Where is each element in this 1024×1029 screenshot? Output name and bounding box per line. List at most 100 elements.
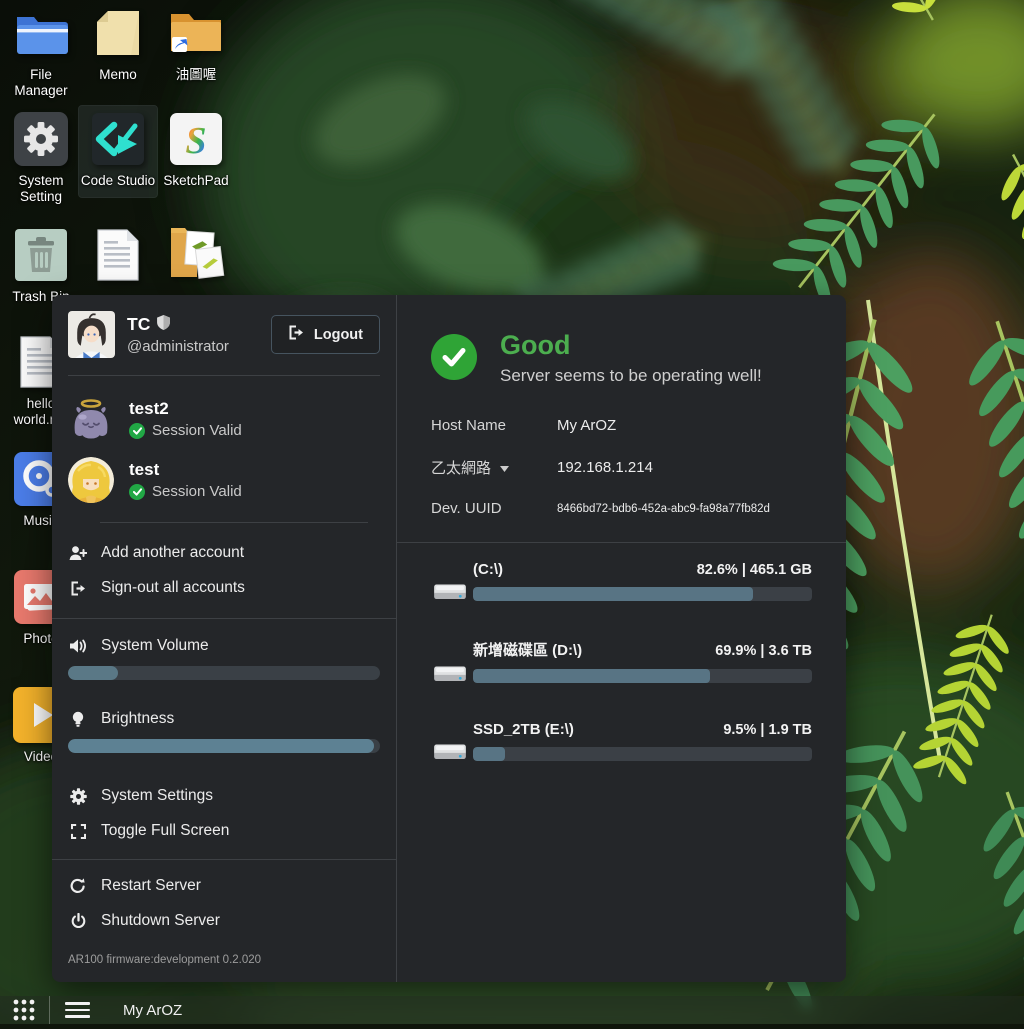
bulb-icon bbox=[68, 711, 88, 728]
toggle-fullscreen-item[interactable]: Toggle Full Screen bbox=[68, 819, 380, 843]
restart-icon bbox=[68, 878, 88, 894]
disk-usage-fill bbox=[473, 747, 505, 761]
file-manager-icon bbox=[2, 4, 80, 62]
sketchpad-icon: S bbox=[157, 110, 235, 168]
sign-out-icon bbox=[68, 581, 88, 596]
disk-usage: 82.6% | 465.1 GB bbox=[697, 562, 812, 578]
disk-usage: 69.9% | 3.6 TB bbox=[715, 643, 812, 659]
disk-usage-bar bbox=[473, 747, 812, 761]
disk-name: SSD_2TB (E:\) bbox=[473, 721, 574, 738]
disk-usage-fill bbox=[473, 587, 753, 601]
desktop-icon-label: System Setting bbox=[2, 173, 80, 205]
firmware-version: AR100 firmware:development 0.2.020 bbox=[68, 944, 380, 966]
system-settings-label: System Settings bbox=[101, 787, 213, 805]
gear-icon bbox=[68, 788, 88, 805]
system-volume-fill bbox=[68, 666, 118, 680]
session-status: Session Valid bbox=[152, 483, 242, 500]
system-settings-item[interactable]: System Settings bbox=[68, 784, 380, 808]
logout-button[interactable]: Logout bbox=[271, 315, 380, 354]
desktop-icon-label: 油圖喔 bbox=[157, 67, 235, 83]
system-volume-label: System Volume bbox=[101, 637, 209, 655]
hard-drive-icon bbox=[431, 578, 469, 611]
fullscreen-icon bbox=[68, 824, 88, 839]
user-handle: @administrator bbox=[127, 338, 259, 355]
logout-icon bbox=[288, 325, 305, 344]
disk-usage-bar bbox=[473, 669, 812, 683]
disk-usage: 9.5% | 1.9 TB bbox=[723, 722, 812, 738]
account-name: test2 bbox=[129, 399, 242, 419]
network-dropdown[interactable]: 乙太網路 bbox=[431, 457, 557, 478]
user-status-panel: TC @administrator Logout bbox=[52, 295, 846, 982]
desktop-icon-sketchpad[interactable]: S SketchPad bbox=[157, 110, 235, 189]
desktop-icon-memo[interactable]: Memo bbox=[79, 4, 157, 83]
disk-name: (C:\) bbox=[473, 561, 503, 578]
status-subtitle: Server seems to be operating well! bbox=[500, 366, 762, 386]
power-icon bbox=[68, 913, 88, 929]
account-avatar bbox=[68, 396, 114, 442]
account-row-test[interactable]: test Session Valid bbox=[68, 457, 380, 503]
desktop-icon-file-manager[interactable]: File Manager bbox=[2, 4, 80, 99]
app-grid-button[interactable] bbox=[11, 997, 37, 1023]
brightness-label: Brightness bbox=[101, 710, 174, 728]
taskbar-separator bbox=[49, 996, 50, 1024]
divider bbox=[52, 618, 396, 619]
code-studio-icon bbox=[79, 110, 157, 168]
trash-icon bbox=[2, 226, 80, 284]
shutdown-server-item[interactable]: Shutdown Server bbox=[68, 909, 380, 933]
menu-button[interactable] bbox=[63, 998, 92, 1022]
user-panel: TC @administrator Logout bbox=[52, 295, 396, 982]
shutdown-server-label: Shutdown Server bbox=[101, 912, 220, 930]
desktop-icon-label: File Manager bbox=[2, 67, 80, 99]
system-setting-icon bbox=[2, 110, 80, 168]
desktop-icon-label: Memo bbox=[79, 67, 157, 83]
account-name: test bbox=[129, 460, 242, 480]
desktop-icon-code-studio[interactable]: Code Studio bbox=[79, 106, 157, 197]
chevron-down-icon bbox=[500, 459, 509, 476]
desktop-icon-label: Code Studio bbox=[79, 173, 157, 189]
desktop-icon-trash[interactable]: Trash Bin bbox=[2, 226, 80, 305]
uuid-value: 8466bd72-bdb6-452a-abc9-fa98a77fb82d bbox=[557, 503, 770, 515]
disk-usage-fill bbox=[473, 669, 710, 683]
divider bbox=[52, 859, 396, 860]
add-account-item[interactable]: Add another account bbox=[68, 541, 380, 565]
server-status-panel: Good Server seems to be operating well! … bbox=[397, 295, 846, 982]
taskbar-title: My ArOZ bbox=[123, 1002, 182, 1019]
user-avatar bbox=[68, 311, 115, 358]
account-avatar bbox=[68, 457, 114, 503]
system-volume-slider[interactable] bbox=[68, 666, 380, 680]
toggle-fullscreen-label: Toggle Full Screen bbox=[101, 822, 229, 840]
admin-shield-icon bbox=[157, 314, 170, 335]
divider bbox=[68, 375, 380, 376]
desktop-icon-document[interactable] bbox=[79, 226, 157, 284]
document-icon bbox=[79, 226, 157, 284]
brightness-fill bbox=[68, 739, 374, 753]
host-name-value: My ArOZ bbox=[557, 417, 616, 434]
svg-text:S: S bbox=[185, 120, 206, 162]
restart-server-label: Restart Server bbox=[101, 877, 201, 895]
host-name-row: Host Name My ArOZ bbox=[431, 417, 812, 435]
ip-address-value: 192.168.1.214 bbox=[557, 459, 653, 476]
restart-server-item[interactable]: Restart Server bbox=[68, 874, 380, 898]
account-row-test2[interactable]: test2 Session Valid bbox=[68, 396, 380, 442]
desktop-icon-system-setting[interactable]: System Setting bbox=[2, 110, 80, 205]
signout-all-item[interactable]: Sign-out all accounts bbox=[68, 576, 380, 600]
app-grid-icon bbox=[11, 997, 37, 1023]
status-title: Good bbox=[500, 331, 762, 361]
network-row: 乙太網路 192.168.1.214 bbox=[431, 457, 812, 478]
logout-label: Logout bbox=[314, 327, 363, 343]
memo-icon bbox=[79, 4, 157, 62]
disk-usage-bar bbox=[473, 587, 812, 601]
taskbar: My ArOZ bbox=[0, 996, 1024, 1024]
desktop-icon-shortcut-folder[interactable]: 油圖喔 bbox=[157, 4, 235, 83]
username: TC bbox=[127, 314, 150, 335]
disk-name: 新增磁碟區 (D:\) bbox=[473, 639, 582, 660]
disk-row-d: 新增磁碟區 (D:\) 69.9% | 3.6 TB bbox=[431, 639, 812, 693]
desktop-icon-images-folder[interactable] bbox=[157, 222, 235, 280]
disk-row-e: SSD_2TB (E:\) 9.5% | 1.9 TB bbox=[431, 721, 812, 771]
speaker-icon bbox=[68, 638, 88, 654]
shortcut-folder-icon bbox=[157, 4, 235, 62]
signout-all-label: Sign-out all accounts bbox=[101, 579, 245, 597]
brightness-slider[interactable] bbox=[68, 739, 380, 753]
hard-drive-icon bbox=[431, 660, 469, 693]
session-valid-check-icon bbox=[129, 423, 145, 439]
